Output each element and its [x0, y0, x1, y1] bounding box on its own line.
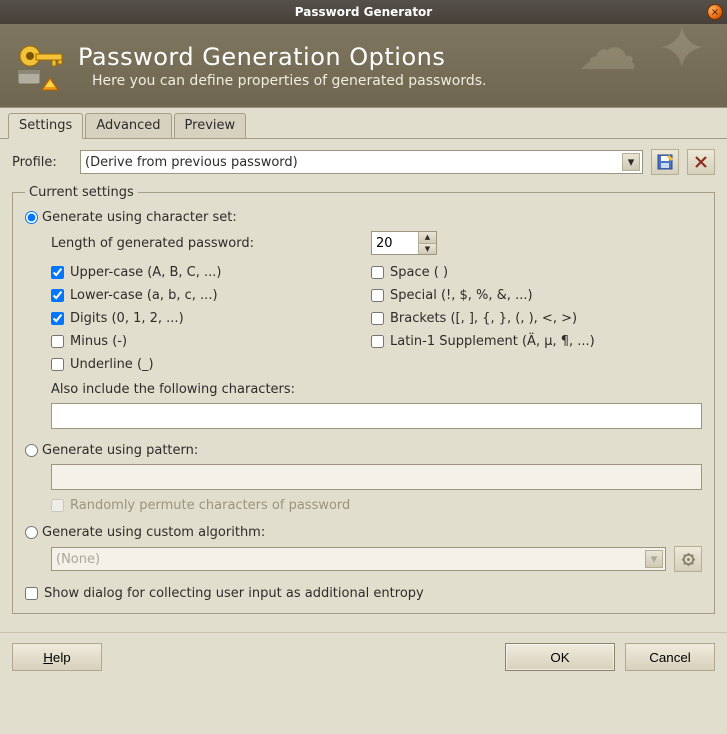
- cb-upper[interactable]: Upper-case (A, B, C, ...): [51, 265, 371, 280]
- cb-digits-box[interactable]: [51, 312, 64, 325]
- window-title: Password Generator: [0, 5, 727, 19]
- cb-latin1[interactable]: Latin-1 Supplement (Ä, µ, ¶, ...): [371, 334, 702, 349]
- include-label: Also include the following characters:: [51, 382, 702, 397]
- cb-entropy[interactable]: Show dialog for collecting user input as…: [25, 586, 702, 601]
- cancel-button[interactable]: Cancel: [625, 643, 715, 671]
- cb-space[interactable]: Space ( ): [371, 265, 702, 280]
- length-label: Length of generated password:: [51, 236, 371, 251]
- cb-minus-box[interactable]: [51, 335, 64, 348]
- save-profile-button[interactable]: [651, 149, 679, 175]
- cb-special-box[interactable]: [371, 289, 384, 302]
- key-icon: [12, 38, 68, 94]
- header-title: Password Generation Options: [78, 43, 487, 71]
- cb-latin1-box[interactable]: [371, 335, 384, 348]
- mode-custom-radio[interactable]: [25, 526, 38, 539]
- mode-charset-radio[interactable]: [25, 211, 38, 224]
- profile-value: (Derive from previous password): [85, 155, 298, 170]
- cb-space-box[interactable]: [371, 266, 384, 279]
- cb-digits[interactable]: Digits (0, 1, 2, ...): [51, 311, 371, 326]
- profile-label: Profile:: [12, 155, 72, 170]
- custom-select: (None) ▾: [51, 547, 666, 571]
- current-settings-group: Current settings Generate using characte…: [12, 185, 715, 614]
- mode-pattern-radio[interactable]: [25, 444, 38, 457]
- cb-minus[interactable]: Minus (-): [51, 334, 371, 349]
- length-input[interactable]: [372, 232, 418, 254]
- cb-permute: Randomly permute characters of password: [51, 498, 702, 513]
- header-subtitle: Here you can define properties of genera…: [92, 73, 487, 89]
- save-disk-icon: [657, 154, 673, 170]
- cb-lower-box[interactable]: [51, 289, 64, 302]
- tabstrip: Settings Advanced Preview: [0, 108, 727, 139]
- cb-underline[interactable]: Underline (_): [51, 357, 371, 372]
- cb-lower[interactable]: Lower-case (a, b, c, ...): [51, 288, 371, 303]
- cb-permute-box: [51, 499, 64, 512]
- help-button[interactable]: Help: [12, 643, 102, 671]
- current-settings-legend: Current settings: [25, 185, 138, 200]
- include-input[interactable]: [51, 403, 702, 429]
- chevron-down-icon: ▾: [645, 550, 663, 568]
- ok-button[interactable]: OK: [505, 643, 615, 671]
- profile-select[interactable]: (Derive from previous password) ▾: [80, 150, 643, 174]
- tab-advanced[interactable]: Advanced: [85, 113, 171, 139]
- mode-custom-label: Generate using custom algorithm:: [42, 525, 265, 540]
- cb-upper-box[interactable]: [51, 266, 64, 279]
- mode-charset-label: Generate using character set:: [42, 210, 237, 225]
- titlebar: Password Generator ×: [0, 0, 727, 24]
- tab-preview[interactable]: Preview: [174, 113, 247, 139]
- button-bar: Help OK Cancel: [0, 632, 727, 681]
- tab-settings[interactable]: Settings: [8, 113, 83, 139]
- length-spinner[interactable]: ▲ ▼: [371, 231, 437, 255]
- chevron-down-icon: ▾: [622, 153, 640, 171]
- spinner-up-icon[interactable]: ▲: [419, 232, 436, 244]
- cb-special[interactable]: Special (!, $, %, &, ...): [371, 288, 702, 303]
- custom-value: (None): [56, 552, 100, 567]
- spinner-down-icon[interactable]: ▼: [419, 244, 436, 255]
- delete-x-icon: [694, 155, 708, 169]
- custom-settings-button[interactable]: [674, 546, 702, 572]
- cb-brackets-box[interactable]: [371, 312, 384, 325]
- mode-pattern-label: Generate using pattern:: [42, 443, 198, 458]
- gear-icon: [681, 552, 696, 567]
- cb-brackets[interactable]: Brackets ([, ], {, }, (, ), <, >): [371, 311, 702, 326]
- header-decoration: ☁ ✦: [578, 24, 707, 84]
- header: ☁ ✦ Password Generation Options Here you…: [0, 24, 727, 108]
- cb-entropy-box[interactable]: [25, 587, 38, 600]
- cb-underline-box[interactable]: [51, 358, 64, 371]
- delete-profile-button[interactable]: [687, 149, 715, 175]
- pattern-input[interactable]: [51, 464, 702, 490]
